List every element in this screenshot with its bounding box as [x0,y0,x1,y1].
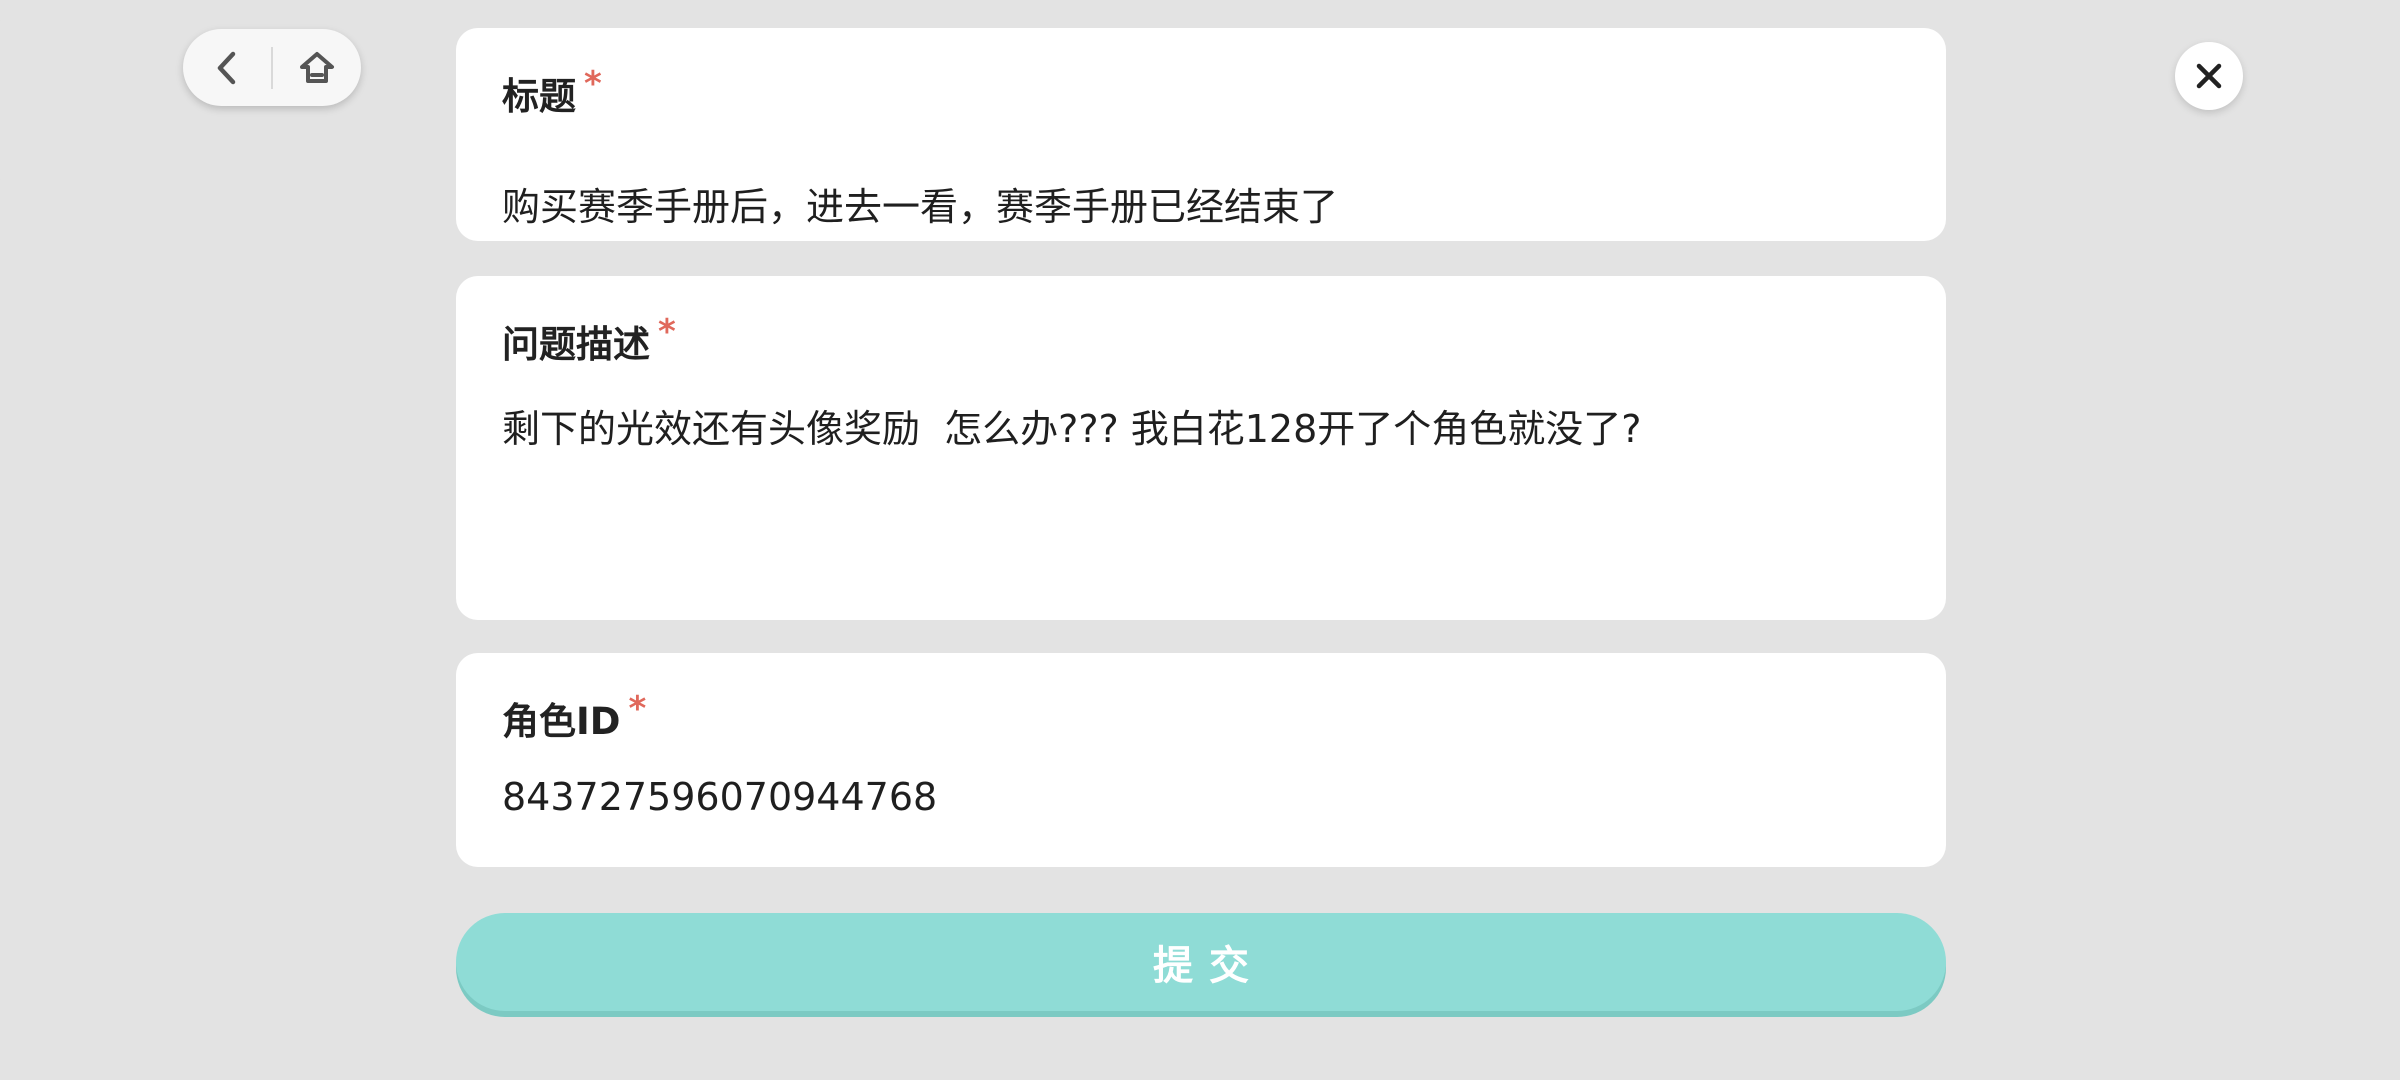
close-button[interactable] [2175,42,2243,110]
required-mark: * [584,64,602,104]
title-field-label: 标题 [502,75,576,118]
title-input[interactable]: 购买赛季手册后，进去一看，赛季手册已经结束了 [502,176,1338,231]
nav-capsule [183,29,361,106]
description-field-label: 问题描述 [502,323,650,366]
back-button[interactable] [183,29,271,106]
required-mark: * [628,689,647,729]
required-mark: * [658,312,676,352]
role-id-field-label-row: 角色ID * [502,689,647,745]
role-id-field-label: 角色ID [502,700,621,743]
home-button[interactable] [273,29,361,106]
description-textarea[interactable]: 剩下的光效还有头像奖励 怎么办??? 我白花128开了个角色就没了? [502,398,1641,453]
submit-button-label: 提交 [1153,943,1265,989]
title-field-card: 标题 * 购买赛季手册后，进去一看，赛季手册已经结束了 [456,28,1946,241]
submit-button[interactable]: 提交 [456,913,1946,1011]
description-field-card: 问题描述 * 剩下的光效还有头像奖励 怎么办??? 我白花128开了个角色就没了? [456,276,1946,620]
role-id-field-card: 角色ID * 843727596070944768 [456,653,1946,867]
role-id-input[interactable]: 843727596070944768 [502,775,937,819]
edge-decoration [0,20,33,180]
title-field-label-row: 标题 * [502,64,602,120]
home-icon [300,51,334,83]
description-field-label-row: 问题描述 * [502,312,676,368]
close-icon [2196,63,2222,89]
chevron-left-icon [217,51,236,84]
